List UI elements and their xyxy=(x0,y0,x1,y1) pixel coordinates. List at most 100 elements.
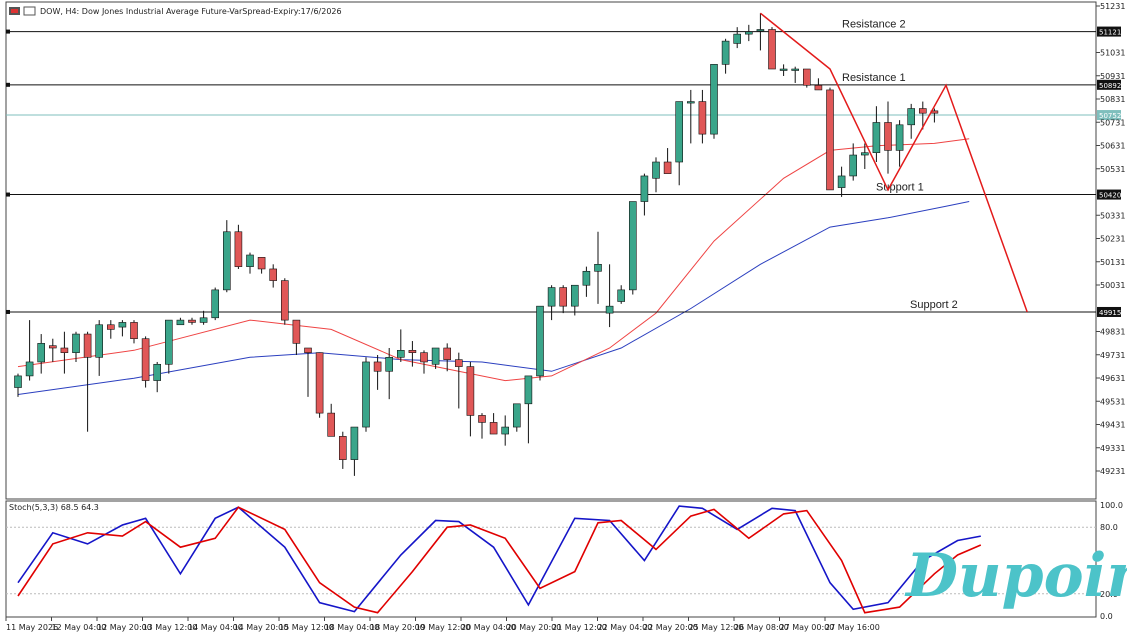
candle-body xyxy=(802,68,811,86)
time-tick-label: 27 May 16:00 xyxy=(825,623,880,632)
period-icon xyxy=(23,6,36,16)
price-tick-label: 50831 xyxy=(1100,95,1125,104)
candle-body xyxy=(594,264,602,272)
price-tick-label: 51231 xyxy=(1100,2,1125,11)
candle-body xyxy=(895,124,904,151)
candle-body xyxy=(37,343,46,363)
price-tick-label: 49531 xyxy=(1100,397,1125,406)
candle-body xyxy=(338,436,347,460)
level-handle xyxy=(6,192,10,197)
candle-body xyxy=(315,352,324,414)
candle-body xyxy=(107,324,115,330)
price-tick-label: 50131 xyxy=(1100,258,1125,267)
candle-body xyxy=(396,350,405,358)
candle-body xyxy=(60,347,69,353)
dupoin-logo: Dupoin xyxy=(904,541,1127,611)
candle-body xyxy=(559,287,568,307)
candle-body xyxy=(211,289,219,319)
candle-body xyxy=(14,375,22,388)
candle-body xyxy=(710,64,718,135)
candle-body xyxy=(791,68,800,71)
candle-body xyxy=(640,175,649,202)
candle-body xyxy=(744,31,753,35)
level-handle xyxy=(6,29,10,34)
candle-body xyxy=(605,305,614,314)
price-tick-label: 49631 xyxy=(1100,374,1125,383)
candle-body xyxy=(420,352,428,363)
candle-body xyxy=(756,29,765,32)
chart-title: DOW, H4: Dow Jones Industrial Average Fu… xyxy=(40,7,342,16)
candle-body xyxy=(512,403,521,428)
main-pane xyxy=(5,1,1097,500)
level-label: Resistance 2 xyxy=(842,19,906,31)
candle-body xyxy=(466,366,475,416)
candle-body xyxy=(872,122,881,154)
stoch-tick-label: 100.0 xyxy=(1100,501,1123,510)
candle-body xyxy=(350,426,359,460)
level-price-badge-text: 49915 xyxy=(1099,309,1121,317)
candle-body xyxy=(443,347,452,360)
candle-body xyxy=(536,305,544,377)
symbol-icon-flag xyxy=(11,9,18,13)
candle-body xyxy=(176,319,185,326)
candle-body xyxy=(814,84,823,91)
candle-body xyxy=(547,287,556,307)
level-price-badge-text: 51121 xyxy=(1099,29,1121,37)
candle-body xyxy=(431,347,440,365)
candle-body xyxy=(223,231,231,291)
price-tick-label: 49431 xyxy=(1100,421,1125,430)
candle-body xyxy=(199,317,208,323)
level-handle xyxy=(6,82,10,87)
candle-body xyxy=(454,359,463,367)
candle-body xyxy=(373,361,382,372)
level-handle xyxy=(6,309,10,314)
candle-body xyxy=(408,350,417,353)
candle-body xyxy=(141,338,150,381)
candle-body xyxy=(478,415,486,423)
candle-body xyxy=(733,33,742,44)
price-tick-label: 50031 xyxy=(1100,281,1125,290)
candle-body xyxy=(721,40,730,65)
price-tick-label: 50731 xyxy=(1100,118,1125,127)
candle-body xyxy=(246,254,254,267)
candle-body xyxy=(698,101,707,135)
level-label: Support 1 xyxy=(876,182,924,194)
logo-text: Dupoin xyxy=(904,541,1127,611)
candle-body xyxy=(826,89,834,191)
level-price-badge-text: 50420 xyxy=(1099,192,1121,200)
candle-body xyxy=(188,319,196,323)
candle-body xyxy=(686,101,695,104)
price-tick-label: 50231 xyxy=(1100,235,1125,244)
stoch-label: Stoch(5,3,3) 68.5 64.3 xyxy=(9,503,99,512)
candle-body xyxy=(153,363,161,381)
price-tick-label: 49731 xyxy=(1100,351,1125,360)
candle-body xyxy=(95,324,103,358)
level-label: Resistance 1 xyxy=(842,72,906,84)
candle-body xyxy=(524,375,533,405)
price-tick-label: 49831 xyxy=(1100,328,1125,337)
candle-body xyxy=(652,161,660,179)
price-tick-label: 50931 xyxy=(1100,72,1125,81)
candle-body xyxy=(489,422,498,435)
time-tick-label: 11 May 2026 xyxy=(6,623,58,632)
candle-body xyxy=(130,322,138,340)
price-chart[interactable]: DOW, H4: Dow Jones Industrial Average Fu… xyxy=(0,0,1127,635)
candle-body xyxy=(907,108,916,126)
candle-body xyxy=(570,284,579,307)
price-axis: 51231 51031 50931 50831 50731 50631 50531 50331… xyxy=(1096,2,1125,476)
candle-body xyxy=(663,161,672,174)
candle-body xyxy=(234,231,243,267)
candle-body xyxy=(582,270,591,286)
candle-body xyxy=(779,68,788,71)
candle-body xyxy=(48,345,57,349)
price-tick-label: 50531 xyxy=(1100,165,1125,174)
candle-body xyxy=(849,154,858,177)
candle-body xyxy=(327,412,336,437)
candle-body xyxy=(269,268,278,281)
stoch-tick-label: 0.0 xyxy=(1100,612,1113,621)
level-label: Support 2 xyxy=(910,299,958,311)
price-tick-label: 51031 xyxy=(1100,49,1125,58)
candle-body xyxy=(257,257,266,270)
candle-body xyxy=(292,319,301,344)
price-tick-label: 49331 xyxy=(1100,444,1125,453)
